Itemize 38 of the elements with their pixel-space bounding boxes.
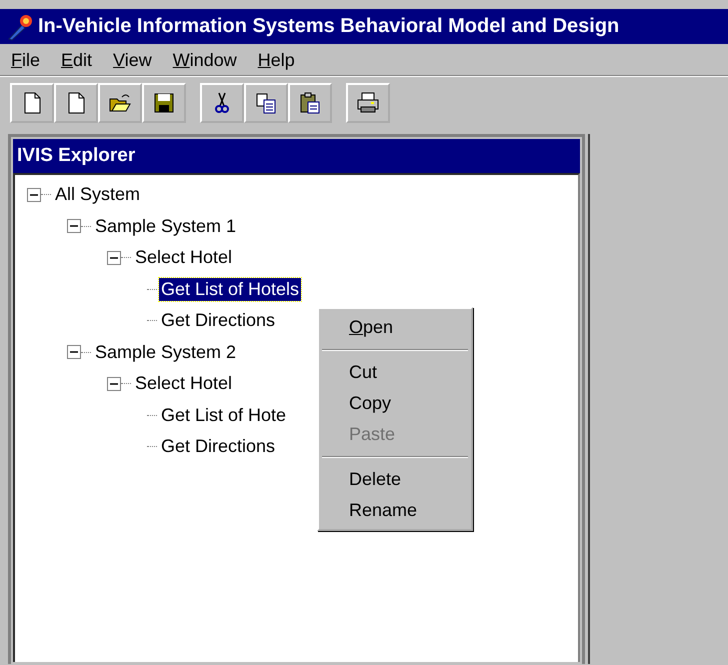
menu-item[interactable]: View bbox=[113, 50, 152, 75]
menu-item[interactable]: Cut bbox=[319, 357, 471, 388]
panel-title: IVIS Explorer bbox=[13, 139, 580, 173]
menu-item[interactable]: Window bbox=[172, 50, 237, 75]
paste-button[interactable] bbox=[288, 82, 332, 122]
menu-item[interactable]: Copy bbox=[319, 388, 471, 419]
clipboard-icon bbox=[298, 90, 322, 114]
tree-item[interactable]: Get Directions bbox=[159, 435, 278, 458]
new-button[interactable] bbox=[54, 82, 98, 122]
save-button[interactable] bbox=[142, 82, 186, 122]
tree-item[interactable]: Select Hotel bbox=[133, 246, 234, 270]
collapse-icon[interactable] bbox=[67, 219, 81, 234]
tree-item[interactable]: Sample System 2 bbox=[93, 340, 238, 364]
menu-item[interactable]: Help bbox=[258, 50, 295, 75]
menu-item[interactable]: Delete bbox=[319, 464, 471, 495]
menu-item[interactable]: Rename bbox=[319, 495, 471, 526]
open-button[interactable] bbox=[98, 82, 142, 122]
menu-item[interactable]: Open bbox=[319, 312, 471, 343]
tree-item[interactable]: Get List of Hote bbox=[159, 404, 288, 427]
printer-icon bbox=[356, 90, 380, 114]
collapse-icon[interactable] bbox=[27, 188, 41, 202]
copy-button[interactable] bbox=[244, 82, 288, 122]
cut-button[interactable] bbox=[200, 82, 244, 122]
new-button[interactable] bbox=[10, 82, 54, 122]
menu-item[interactable]: Edit bbox=[61, 50, 92, 75]
torch-icon bbox=[6, 12, 34, 40]
tree-item[interactable]: All System bbox=[53, 183, 142, 206]
collapse-icon[interactable] bbox=[67, 345, 81, 360]
print-button[interactable] bbox=[346, 82, 390, 122]
tree-item[interactable]: Sample System 1 bbox=[93, 214, 238, 238]
collapse-icon[interactable] bbox=[107, 376, 121, 391]
tree-item[interactable]: Get Directions bbox=[159, 309, 278, 332]
menu-item[interactable]: File bbox=[11, 50, 40, 75]
window-title: In-Vehicle Information Systems Behavioral Model and Design bbox=[38, 15, 620, 38]
tree-item[interactable]: Select Hotel bbox=[133, 372, 234, 396]
collapse-icon[interactable] bbox=[107, 250, 121, 265]
copy-icon bbox=[254, 90, 278, 114]
tree-item[interactable]: Get List of Hotels bbox=[159, 278, 302, 301]
